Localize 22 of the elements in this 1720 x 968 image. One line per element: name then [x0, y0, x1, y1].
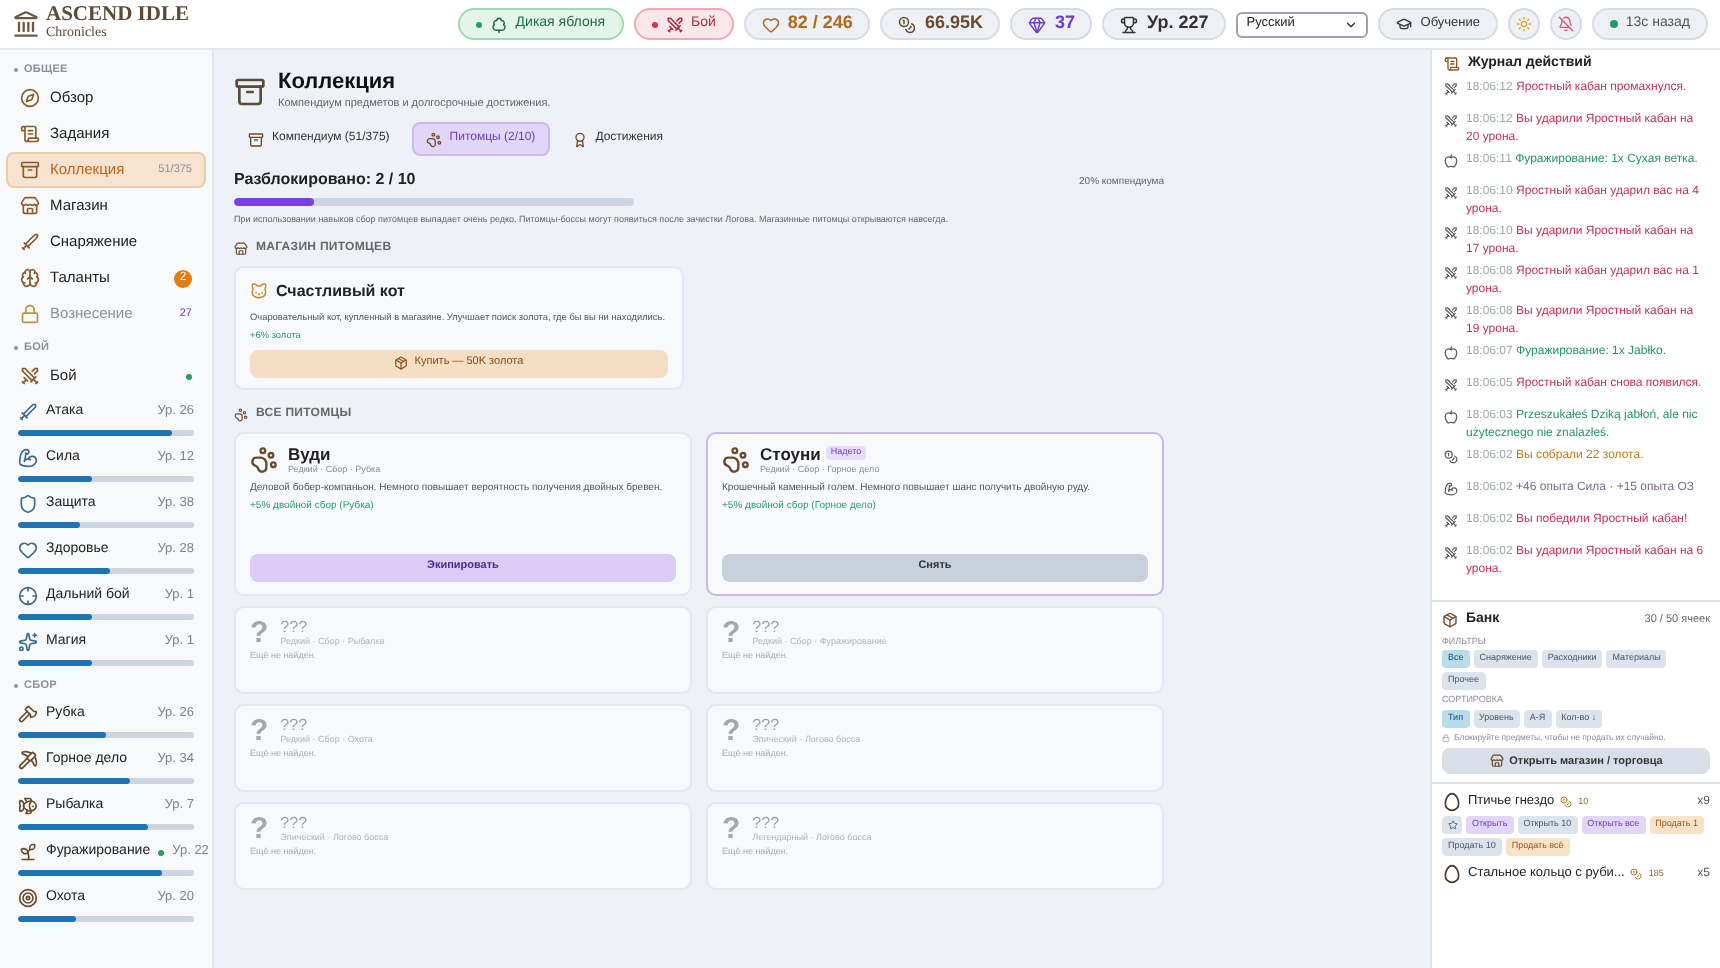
status-chip: Ур. 227: [1102, 8, 1227, 40]
question-mark-icon: ?: [250, 617, 269, 648]
pet-name: ???: [752, 813, 782, 832]
status-chip: 37: [1010, 8, 1093, 40]
pet-name: Вуди: [288, 443, 331, 464]
pet-name: ???: [280, 617, 310, 636]
question-mark-icon: ?: [722, 813, 741, 844]
pet-name: Стоуни: [760, 443, 821, 464]
unlocked-count: Разблокировано: 2 / 10: [234, 167, 416, 191]
pet-name: ???: [752, 715, 782, 734]
pet-name: ???: [280, 813, 310, 832]
question-mark-icon: ?: [250, 715, 269, 746]
status-chip: 66.95K: [880, 8, 1001, 40]
question-mark-icon: ?: [722, 715, 741, 746]
pet-name: ???: [752, 617, 782, 636]
status-chip: 82 / 246: [743, 8, 871, 40]
question-mark-icon: ?: [250, 813, 269, 844]
pet-name: ???: [280, 715, 310, 734]
pet-name: Счастливый кот: [276, 279, 405, 303]
page-title: Коллекция: [278, 70, 398, 96]
logo-title: ASCEND IDLE: [46, 8, 189, 24]
question-mark-icon: ?: [722, 617, 741, 648]
